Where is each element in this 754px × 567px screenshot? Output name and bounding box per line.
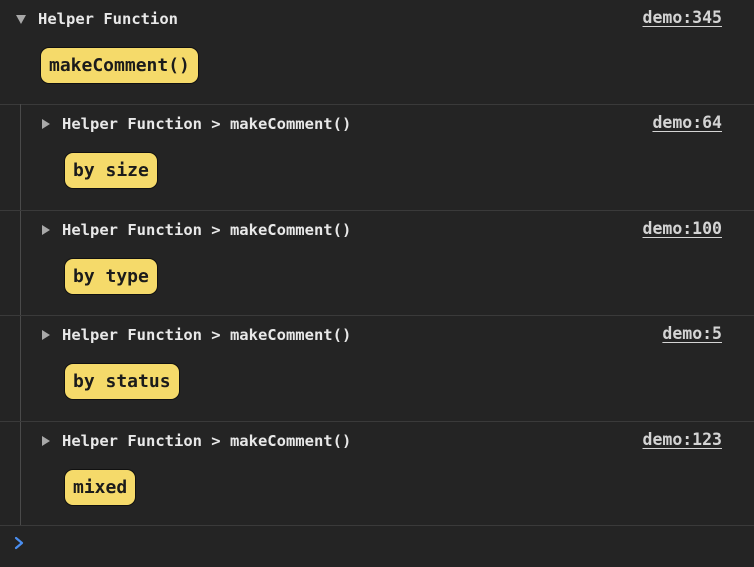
group-title: Helper Function > makeComment() bbox=[62, 221, 352, 239]
group-title: Helper Function bbox=[38, 10, 178, 28]
log-badge: by size bbox=[64, 152, 158, 189]
divider bbox=[0, 421, 754, 422]
triangle-right-icon[interactable] bbox=[42, 436, 50, 446]
group-header-collapsed[interactable]: Helper Function > makeComment() bbox=[42, 430, 351, 452]
triangle-right-icon[interactable] bbox=[42, 225, 50, 235]
divider bbox=[0, 210, 754, 211]
group-header-root[interactable]: Helper Function bbox=[16, 8, 178, 30]
triangle-right-icon[interactable] bbox=[42, 330, 50, 340]
log-badge: mixed bbox=[64, 469, 137, 506]
group-title: Helper Function > makeComment() bbox=[62, 115, 352, 133]
source-link[interactable]: demo:123 bbox=[643, 430, 722, 449]
group-header-collapsed[interactable]: Helper Function > makeComment() bbox=[42, 324, 351, 346]
group-header-collapsed[interactable]: Helper Function > makeComment() bbox=[42, 113, 351, 135]
triangle-right-icon[interactable] bbox=[42, 119, 50, 129]
source-link[interactable]: demo:64 bbox=[652, 113, 722, 132]
log-badge: makeComment() bbox=[40, 47, 199, 84]
source-link[interactable]: demo:100 bbox=[643, 219, 722, 238]
group-title: Helper Function > makeComment() bbox=[62, 326, 352, 344]
group-title: Helper Function > makeComment() bbox=[62, 432, 352, 450]
source-link[interactable]: demo:345 bbox=[643, 8, 722, 27]
divider bbox=[0, 525, 754, 526]
log-badge: by status bbox=[64, 363, 180, 400]
group-header-collapsed[interactable]: Helper Function > makeComment() bbox=[42, 219, 351, 241]
console-panel: Helper Function demo:345 makeComment() H… bbox=[0, 0, 754, 567]
source-link[interactable]: demo:5 bbox=[662, 324, 722, 343]
log-badge: by type bbox=[64, 258, 158, 295]
divider bbox=[0, 315, 754, 316]
triangle-down-icon[interactable] bbox=[16, 14, 26, 24]
divider bbox=[0, 104, 754, 105]
chevron-right-icon[interactable] bbox=[13, 535, 27, 551]
